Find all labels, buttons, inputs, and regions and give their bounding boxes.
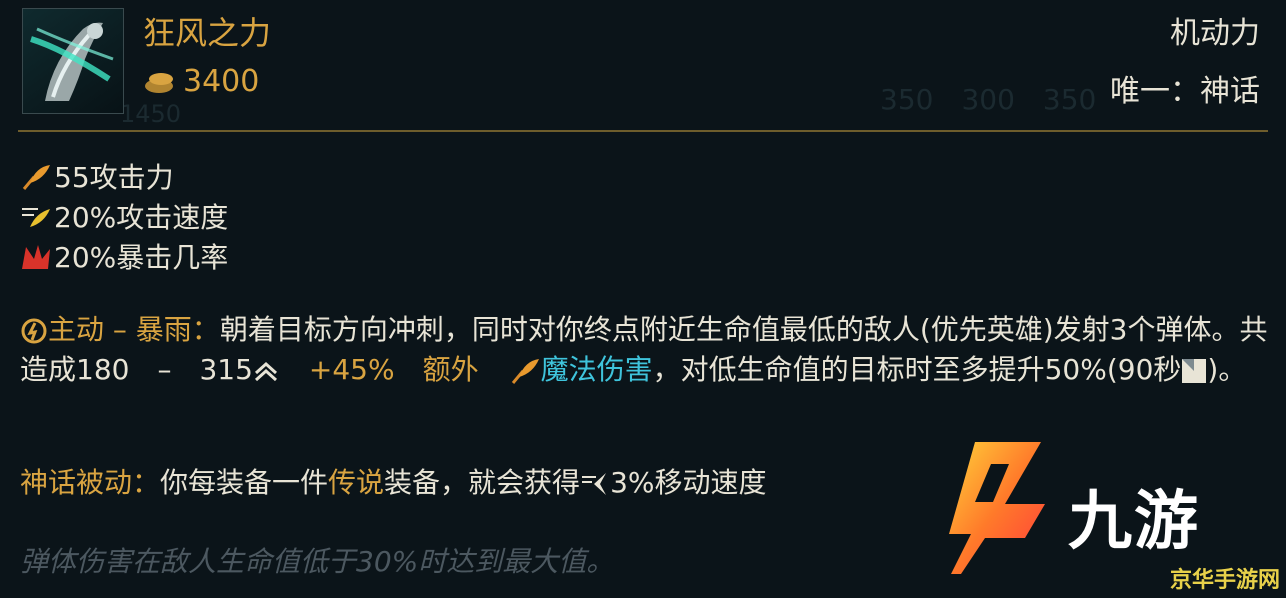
active-label: 主动 – 暴雨： <box>48 313 220 346</box>
unique-tag: 唯一：神话 <box>1110 74 1260 109</box>
gold-coin-icon <box>145 72 173 93</box>
stat-critical-chance: 20%暴击几率 <box>20 236 228 276</box>
stat-attack-damage: 55攻击力 <box>20 156 228 196</box>
stats-list: 55攻击力 20%攻击速度 20%暴击几率 <box>20 156 228 276</box>
stat-text: 20%暴击几率 <box>54 241 229 274</box>
stat-attack-speed: 20%攻击速度 <box>20 196 228 236</box>
critical-chance-icon <box>22 245 50 269</box>
header-divider <box>18 130 1268 132</box>
active-text-2: ，对低生命值的目标时至多提升50%(90秒 <box>652 353 1182 386</box>
attack-speed-icon <box>22 208 50 227</box>
ability-power-icon <box>254 361 277 382</box>
active-ability: 主动 – 暴雨：朝着目标方向冲刺，同时对你终点附近生命值最低的敌人(优先英雄)发… <box>20 310 1270 390</box>
attack-damage-icon <box>511 359 539 384</box>
flavor-text: 弹体伤害在敌人生命值低于30%时达到最大值。 <box>20 545 615 578</box>
active-text-3: )。 <box>1207 353 1247 386</box>
watermark-logo-icon <box>949 442 1045 574</box>
background-ghost-number: 350 300 350 <box>880 83 1097 116</box>
item-icon <box>22 8 124 114</box>
cost-value: 3400 <box>183 64 260 99</box>
attack-damage-icon <box>22 165 50 190</box>
background-ghost-number: 1450 <box>120 100 182 128</box>
passive-text-3: 3%移动速度 <box>610 466 767 499</box>
passive-text-2: 装备，就会获得 <box>384 466 581 499</box>
item-category: 机动力 <box>1170 16 1260 51</box>
stat-text: 55攻击力 <box>54 161 174 194</box>
mythic-passive: 神话被动：你每装备一件传说装备，就会获得 3%移动速度 <box>20 463 766 503</box>
item-cost: 3400 <box>143 64 259 99</box>
watermark-site: 京华手游网 <box>1169 568 1280 593</box>
passive-label: 神话被动： <box>20 466 161 499</box>
movement-speed-icon <box>582 473 607 495</box>
passive-legendary: 传说 <box>328 466 385 499</box>
item-name: 狂风之力 <box>143 14 272 52</box>
active-bonus: +45% 额外 <box>308 353 479 386</box>
cooldown-icon <box>1182 359 1207 383</box>
passive-text: 你每装备一件 <box>160 466 329 499</box>
stat-text: 20%攻击速度 <box>54 201 229 234</box>
damage-type: 魔法伤害 <box>540 353 653 386</box>
watermark-brand: 九游 <box>1068 485 1200 559</box>
active-lightning-icon <box>21 318 47 344</box>
